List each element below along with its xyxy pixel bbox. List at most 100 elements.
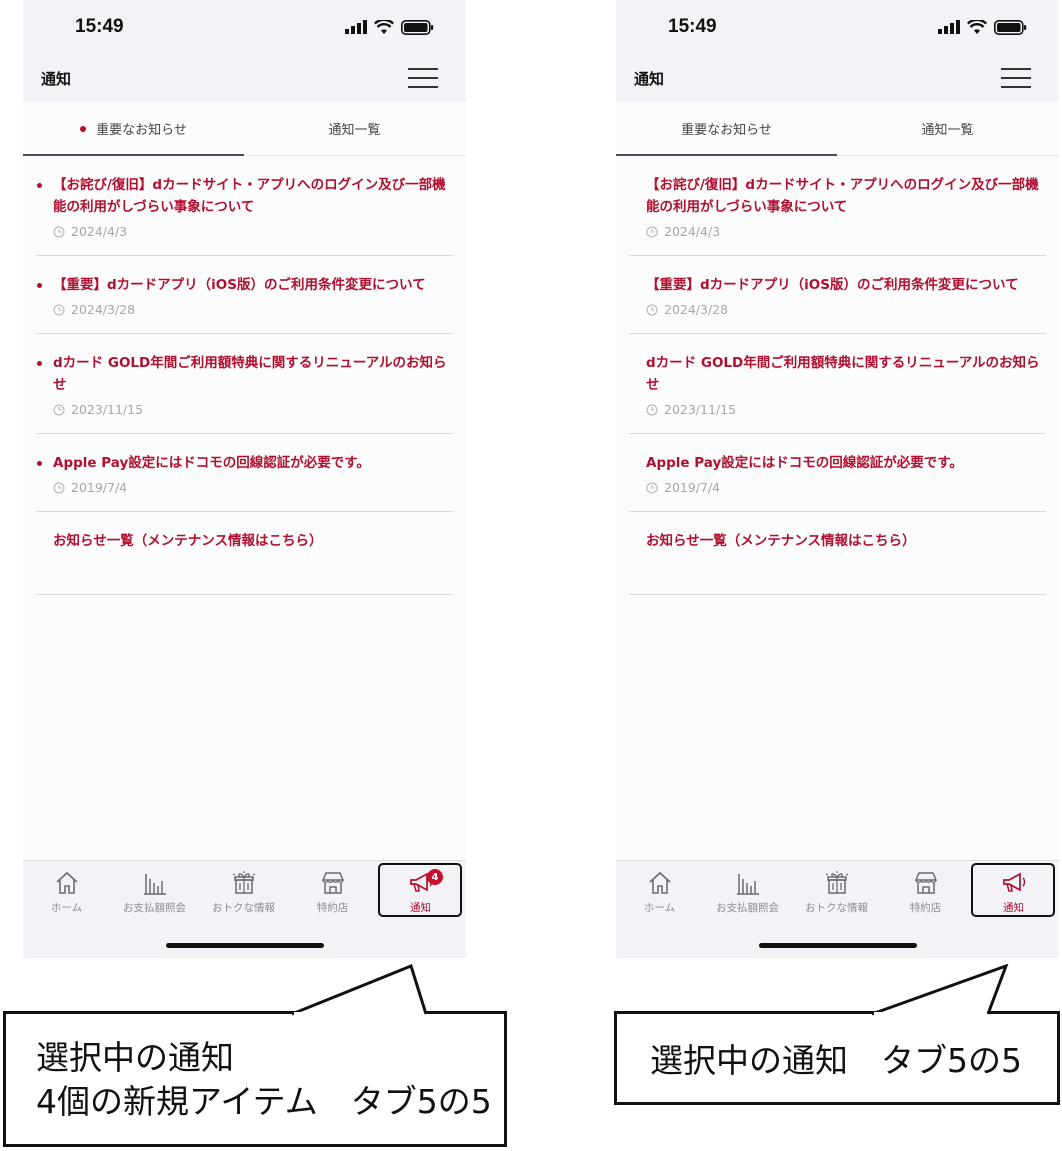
bottom-tab-bar: ホーム お支払額照会 おトクな情報 特約店 4 通知 bbox=[23, 860, 466, 958]
unread-dot bbox=[80, 125, 87, 132]
gift-icon bbox=[825, 871, 848, 894]
nav-billing[interactable]: お支払額照会 bbox=[112, 869, 197, 921]
nav-stores[interactable]: 特約店 bbox=[883, 869, 968, 921]
unread-dot bbox=[37, 361, 42, 366]
tab-bar: 重要なお知らせ 通知一覧 bbox=[23, 102, 466, 156]
nav-label: お支払額照会 bbox=[123, 902, 186, 914]
bottom-tab-bar: ホーム お支払額照会 おトクな情報 特約店 通知 bbox=[616, 860, 1059, 958]
unread-dot bbox=[37, 283, 42, 288]
bar-chart-icon bbox=[736, 874, 759, 895]
battery-icon bbox=[401, 19, 434, 35]
list-item[interactable]: 【お詫び/復旧】dカードサイト・アプリへのログイン及び一部機能の利用がしづらい事… bbox=[629, 156, 1046, 256]
clock-icon bbox=[646, 404, 658, 415]
notice-title: dカード GOLD年間ご利用額特典に関するリニューアルのお知らせ bbox=[646, 355, 1040, 393]
notice-list: 【お詫び/復旧】dカードサイト・アプリへのログイン及び一部機能の利用がしづらい事… bbox=[36, 156, 453, 595]
list-item[interactable]: 【お詫び/復旧】dカードサイト・アプリへのログイン及び一部機能の利用がしづらい事… bbox=[36, 156, 453, 256]
list-item[interactable]: Apple Pay設定にはドコモの回線認証が必要です。 2019/7/4 bbox=[629, 434, 1046, 512]
phone-screen-with-badge: 15:49 通知 重要なお知らせ 通知一覧 【お詫び/復旧】dカードサイト・アプ… bbox=[23, 0, 466, 958]
wifi-icon bbox=[967, 19, 987, 34]
nav-stores[interactable]: 特約店 bbox=[290, 869, 375, 921]
callout-line: 選択中の通知 タブ5の5 bbox=[650, 1041, 1022, 1080]
list-item[interactable]: 【重要】dカードアプリ（iOS版）のご利用条件変更について 2024/3/28 bbox=[629, 256, 1046, 334]
store-icon bbox=[914, 872, 937, 894]
notice-title: お知らせ一覧（メンテナンス情報はこちら） bbox=[646, 533, 916, 549]
app-header: 通知 bbox=[616, 55, 1059, 102]
all-notices-link[interactable]: お知らせ一覧（メンテナンス情報はこちら） bbox=[36, 512, 453, 595]
screen-reader-callout-without-badge: 選択中の通知 タブ5の5 bbox=[614, 1011, 1060, 1105]
page-title: 通知 bbox=[634, 70, 665, 88]
home-icon bbox=[648, 871, 671, 894]
tab-label: 通知一覧 bbox=[921, 123, 974, 138]
nav-label: 特約店 bbox=[316, 902, 349, 914]
nav-billing[interactable]: お支払額照会 bbox=[705, 869, 790, 921]
hamburger-menu-icon[interactable] bbox=[408, 67, 438, 89]
nav-label: 特約店 bbox=[909, 902, 942, 914]
notice-title: 【お詫び/復旧】dカードサイト・アプリへのログイン及び一部機能の利用がしづらい事… bbox=[646, 177, 1039, 215]
list-item[interactable]: dカード GOLD年間ご利用額特典に関するリニューアルのお知らせ 2023/11… bbox=[629, 334, 1046, 434]
home-indicator[interactable] bbox=[166, 943, 324, 948]
unread-count-badge: 4 bbox=[427, 869, 443, 885]
notice-date: 2024/3/28 bbox=[664, 302, 729, 317]
status-bar: 15:49 bbox=[23, 0, 466, 55]
tab-label: 重要なお知らせ bbox=[96, 123, 187, 138]
notice-title: 【重要】dカードアプリ（iOS版）のご利用条件変更について bbox=[53, 277, 426, 293]
tab-important-notices[interactable]: 重要なお知らせ bbox=[23, 102, 244, 156]
notice-title: お知らせ一覧（メンテナンス情報はこちら） bbox=[53, 533, 323, 549]
hamburger-menu-icon[interactable] bbox=[1001, 67, 1031, 89]
nav-label: おトクな情報 bbox=[212, 902, 275, 914]
list-item[interactable]: Apple Pay設定にはドコモの回線認証が必要です。 2019/7/4 bbox=[36, 434, 453, 512]
gift-icon bbox=[232, 871, 255, 894]
nav-label: お支払額照会 bbox=[716, 902, 779, 914]
nav-home[interactable]: ホーム bbox=[24, 869, 109, 921]
notice-list: 【お詫び/復旧】dカードサイト・アプリへのログイン及び一部機能の利用がしづらい事… bbox=[629, 156, 1046, 595]
notice-date: 2019/7/4 bbox=[71, 480, 128, 495]
signal-icon bbox=[345, 20, 367, 34]
nav-deals[interactable]: おトクな情報 bbox=[201, 869, 286, 921]
notice-title: dカード GOLD年間ご利用額特典に関するリニューアルのお知らせ bbox=[53, 355, 447, 393]
bar-chart-icon bbox=[143, 874, 166, 895]
nav-label: ホーム bbox=[50, 902, 83, 914]
tab-important-notices[interactable]: 重要なお知らせ bbox=[616, 102, 837, 156]
unread-dot bbox=[37, 183, 42, 188]
notice-date: 2024/4/3 bbox=[664, 224, 721, 239]
tab-label: 通知一覧 bbox=[328, 123, 381, 138]
tab-bar: 重要なお知らせ 通知一覧 bbox=[616, 102, 1059, 156]
notice-date: 2023/11/15 bbox=[71, 402, 144, 417]
nav-label: おトクな情報 bbox=[805, 902, 868, 914]
nav-label: 通知 bbox=[410, 902, 431, 914]
status-bar: 15:49 bbox=[616, 0, 1059, 55]
battery-icon bbox=[994, 19, 1027, 35]
clock-icon bbox=[53, 226, 65, 237]
all-notices-link[interactable]: お知らせ一覧（メンテナンス情報はこちら） bbox=[629, 512, 1046, 595]
clock-icon bbox=[646, 304, 658, 315]
clock-icon bbox=[53, 304, 65, 315]
nav-notifications[interactable]: 通知 bbox=[971, 869, 1056, 921]
clock-icon bbox=[646, 226, 658, 237]
tab-notification-list[interactable]: 通知一覧 bbox=[244, 102, 465, 155]
megaphone-icon bbox=[1002, 872, 1025, 892]
nav-deals[interactable]: おトクな情報 bbox=[794, 869, 879, 921]
list-item[interactable]: dカード GOLD年間ご利用額特典に関するリニューアルのお知らせ 2023/11… bbox=[36, 334, 453, 434]
notice-date: 2024/3/28 bbox=[71, 302, 136, 317]
clock-icon bbox=[646, 482, 658, 493]
home-indicator[interactable] bbox=[759, 943, 917, 948]
tab-label: 重要なお知らせ bbox=[681, 123, 772, 138]
nav-notifications[interactable]: 4 通知 bbox=[378, 869, 463, 921]
notice-date: 2023/11/15 bbox=[664, 402, 737, 417]
unread-dot bbox=[37, 461, 42, 466]
nav-label: ホーム bbox=[643, 902, 676, 914]
notice-date: 2019/7/4 bbox=[664, 480, 721, 495]
notice-title: Apple Pay設定にはドコモの回線認証が必要です。 bbox=[53, 455, 370, 471]
status-time: 15:49 bbox=[668, 16, 717, 37]
list-item[interactable]: 【重要】dカードアプリ（iOS版）のご利用条件変更について 2024/3/28 bbox=[36, 256, 453, 334]
screen-reader-callout-with-badge: 選択中の通知 4個の新規アイテム タブ5の5 bbox=[3, 1011, 507, 1147]
callout-line: 選択中の通知 bbox=[36, 1038, 234, 1077]
store-icon bbox=[321, 872, 344, 894]
app-header: 通知 bbox=[23, 55, 466, 102]
nav-home[interactable]: ホーム bbox=[617, 869, 702, 921]
nav-label: 通知 bbox=[1003, 902, 1024, 914]
callout-line: 4個の新規アイテム タブ5の5 bbox=[36, 1082, 492, 1121]
tab-notification-list[interactable]: 通知一覧 bbox=[837, 102, 1058, 155]
notice-title: 【お詫び/復旧】dカードサイト・アプリへのログイン及び一部機能の利用がしづらい事… bbox=[53, 177, 446, 215]
notice-title: Apple Pay設定にはドコモの回線認証が必要です。 bbox=[646, 455, 963, 471]
